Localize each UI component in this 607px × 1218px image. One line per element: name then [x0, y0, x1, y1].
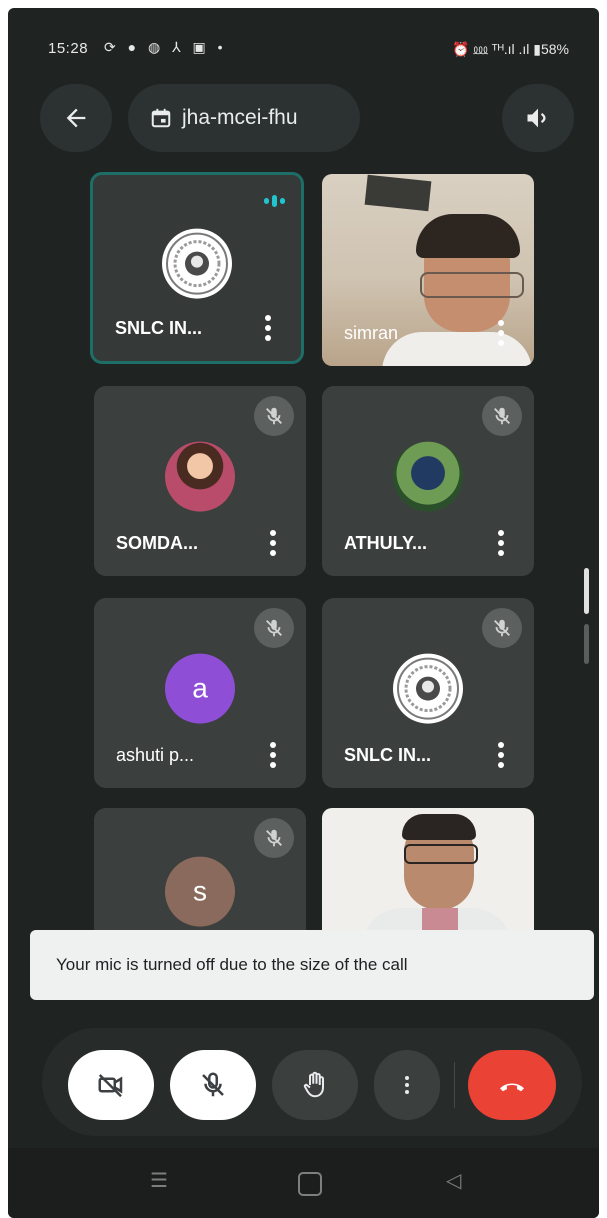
participant-tile[interactable]: SOMDA... [94, 386, 306, 576]
notification-icons: ⟳ ● ◍ ⅄ ▣ • [104, 39, 227, 55]
status-right: ⏰ ⅏ ᵀᴴ.ıl .ıl ▮58% [452, 41, 569, 57]
recents-icon[interactable]: ☰ [150, 1168, 168, 1193]
participant-tile[interactable]: s [94, 808, 306, 948]
scrollbar[interactable] [584, 568, 589, 664]
more-options-icon[interactable] [270, 742, 276, 768]
more-options-icon[interactable] [498, 530, 504, 556]
participant-video[interactable] [322, 808, 534, 948]
meeting-code: jha-mcei-fhu [182, 106, 298, 129]
hand-icon [303, 1071, 324, 1098]
logo-avatar [162, 228, 232, 299]
status-time: 15:28 [48, 40, 89, 57]
more-options-button[interactable] [374, 1050, 440, 1120]
speaker-button[interactable] [502, 84, 574, 152]
mic-muted-icon [482, 396, 522, 436]
more-options-icon[interactable] [270, 530, 276, 556]
more-options-icon[interactable] [498, 742, 504, 768]
more-options-icon[interactable] [498, 320, 504, 346]
camera-off-icon [98, 1074, 123, 1098]
back-arrow-icon [66, 108, 86, 128]
divider [454, 1062, 455, 1108]
system-nav-bar: ☰ ◁ [8, 1148, 599, 1218]
participant-name: SNLC IN... [115, 318, 203, 338]
participant-name: SNLC IN... [344, 745, 432, 765]
avatar-initial: a [192, 672, 208, 704]
participant-tile[interactable]: SNLC IN... [322, 598, 534, 788]
back-nav-icon[interactable]: ◁ [446, 1168, 461, 1193]
logo-avatar [393, 653, 463, 724]
more-options-icon[interactable] [265, 315, 271, 341]
initial-avatar: a [165, 653, 235, 724]
participant-name: ashuti p... [116, 745, 195, 765]
speaking-indicator-icon [264, 195, 285, 207]
participant-name: ATHULY... [344, 533, 428, 553]
participant-name: simran [344, 323, 399, 343]
raise-hand-button[interactable] [272, 1050, 358, 1120]
participant-tile[interactable]: a ashuti p... [94, 598, 306, 788]
mic-muted-icon [254, 608, 294, 648]
phone-screen: 15:28 ⟳ ● ◍ ⅄ ▣ • ⏰ ⅏ ᵀᴴ.ıl .ıl ▮58% jha… [8, 8, 599, 1218]
initial-avatar: s [165, 856, 235, 927]
avatar-initial: s [193, 875, 207, 907]
mic-muted-icon [482, 608, 522, 648]
status-bar: 15:28 ⟳ ● ◍ ⅄ ▣ • ⏰ ⅏ ᵀᴴ.ıl .ıl ▮58% [8, 38, 599, 62]
participant-name: SOMDA... [116, 533, 199, 553]
toast-message: Your mic is turned off due to the size o… [56, 955, 408, 974]
scrollbar-thumb[interactable] [584, 568, 589, 614]
profile-photo [165, 441, 235, 512]
participant-tile[interactable]: ATHULY... [322, 386, 534, 576]
speaker-icon [527, 108, 546, 128]
more-vert-icon [405, 1076, 409, 1094]
participant-video[interactable]: simran [322, 174, 534, 366]
back-button[interactable] [40, 84, 112, 152]
home-icon[interactable] [298, 1172, 322, 1196]
end-call-button[interactable] [468, 1050, 556, 1120]
mic-muted-icon [254, 396, 294, 436]
mic-muted-icon [254, 818, 294, 858]
calendar-icon [150, 107, 172, 129]
meeting-info-chip[interactable]: jha-mcei-fhu [128, 84, 360, 152]
end-call-icon [500, 1083, 524, 1092]
profile-photo [393, 441, 463, 512]
participant-tile[interactable]: SNLC IN... [90, 172, 304, 364]
mic-off-toast: Your mic is turned off due to the size o… [30, 930, 594, 1000]
call-controls-bar [42, 1028, 582, 1136]
mic-off-icon [202, 1072, 224, 1097]
mic-toggle-button[interactable] [170, 1050, 256, 1120]
camera-toggle-button[interactable] [68, 1050, 154, 1120]
scrollbar-track [584, 624, 589, 664]
